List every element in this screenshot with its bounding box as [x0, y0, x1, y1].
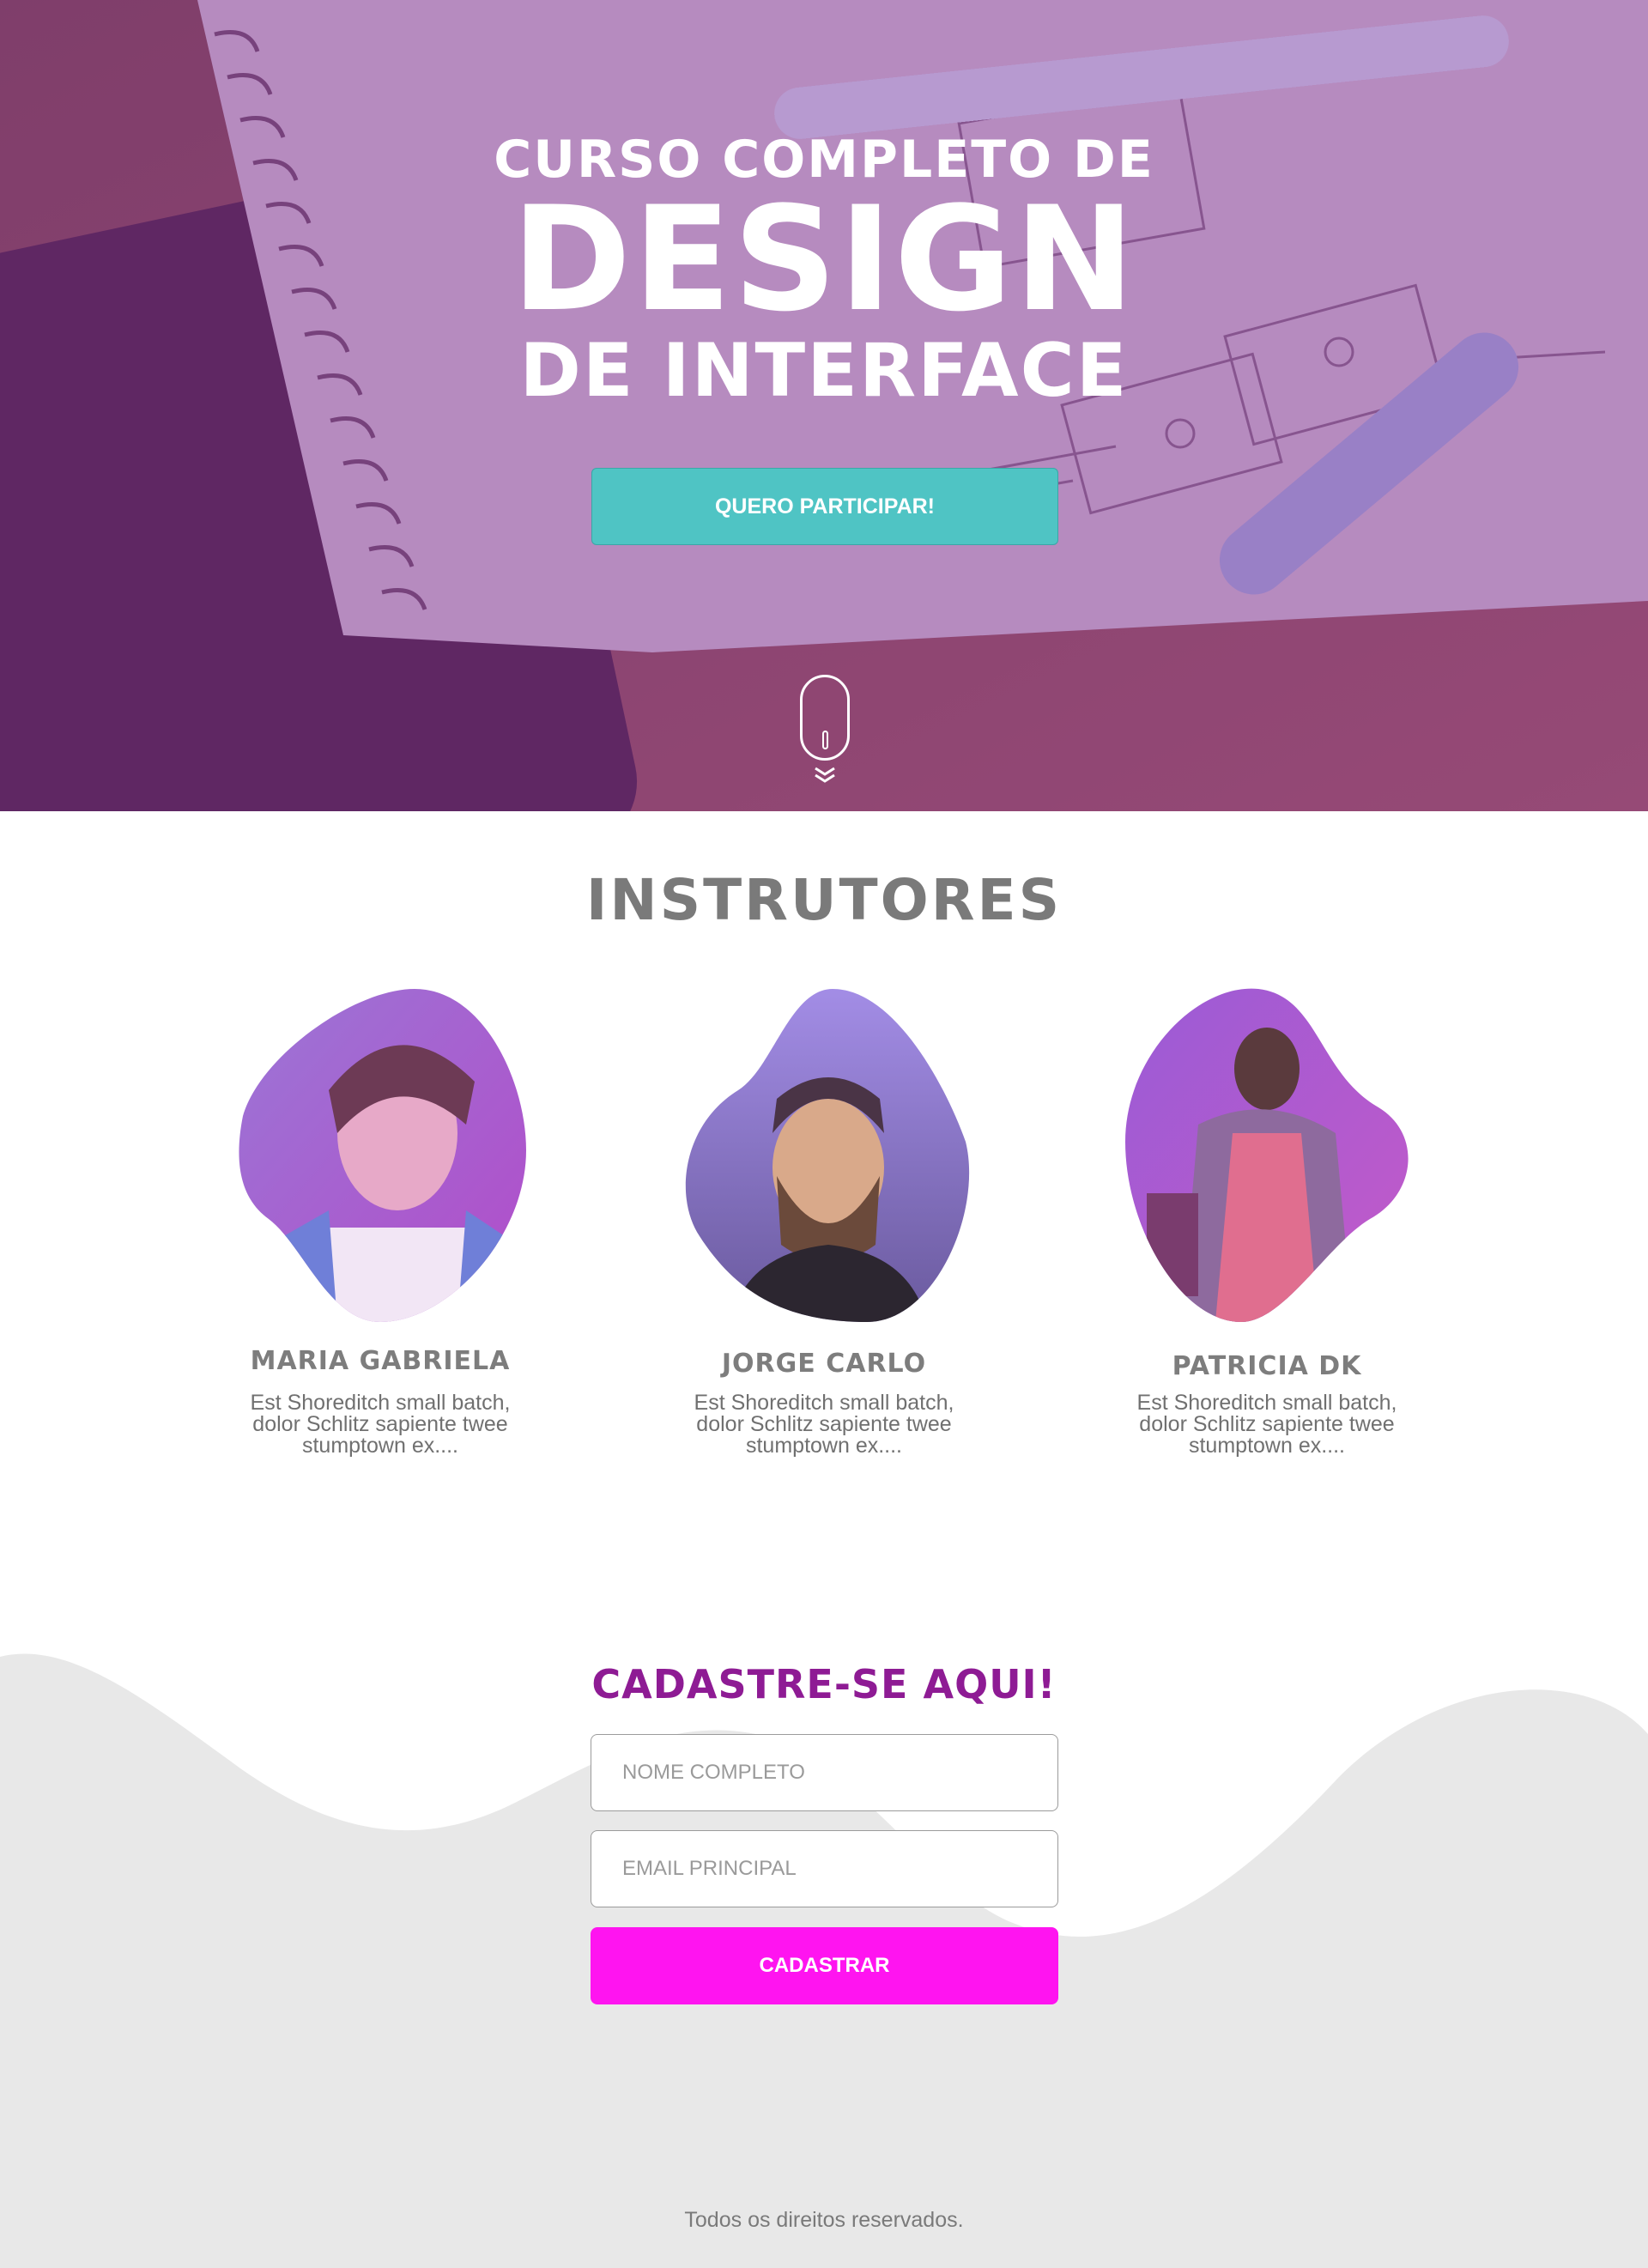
signup-title: CADASTRE-SE AQUI! [591, 1661, 1057, 1707]
instructor-photo [239, 989, 526, 1322]
double-chevron-down-icon[interactable] [811, 766, 839, 785]
instructor-card: MARIA GABRIELA Est Shoreditch small batc… [209, 987, 552, 1468]
hero-title-line2: DESIGN [511, 175, 1137, 343]
participate-button[interactable]: QUERO PARTICIPAR! [591, 468, 1058, 545]
instructor-photo [1125, 988, 1409, 1322]
instructor-bio: Est Shoreditch small batch, dolor Schlit… [1136, 1391, 1397, 1458]
instructor-name: MARIA GABRIELA [250, 1346, 511, 1376]
hero-title-line3: DE INTERFACE [519, 328, 1129, 414]
instructor-bio: Est Shoreditch small batch, dolor Schlit… [694, 1391, 954, 1458]
instructor-name: PATRICIA DK [1172, 1351, 1362, 1381]
email-field[interactable] [591, 1830, 1058, 1907]
footer-copyright: Todos os direitos reservados. [684, 2208, 964, 2232]
hero-title: CURSO COMPLETO DE DESIGN DE INTERFACE [0, 129, 1648, 414]
instructor-bio: Est Shoreditch small batch, dolor Schlit… [250, 1391, 511, 1458]
register-button[interactable]: CADASTRAR [591, 1927, 1058, 2004]
instructors-title: INSTRUTORES [585, 867, 1063, 933]
mouse-scroll-icon[interactable] [800, 675, 850, 761]
name-field[interactable] [591, 1734, 1058, 1811]
instructor-card: PATRICIA DK Est Shoreditch small batch, … [1095, 987, 1439, 1468]
hero-section: CURSO COMPLETO DE DESIGN DE INTERFACE QU… [0, 0, 1648, 811]
instructor-card: JORGE CARLO Est Shoreditch small batch, … [652, 987, 996, 1468]
mouse-wheel-icon [822, 731, 828, 749]
instructor-photo [685, 989, 970, 1322]
instructor-name: JORGE CARLO [721, 1349, 927, 1379]
